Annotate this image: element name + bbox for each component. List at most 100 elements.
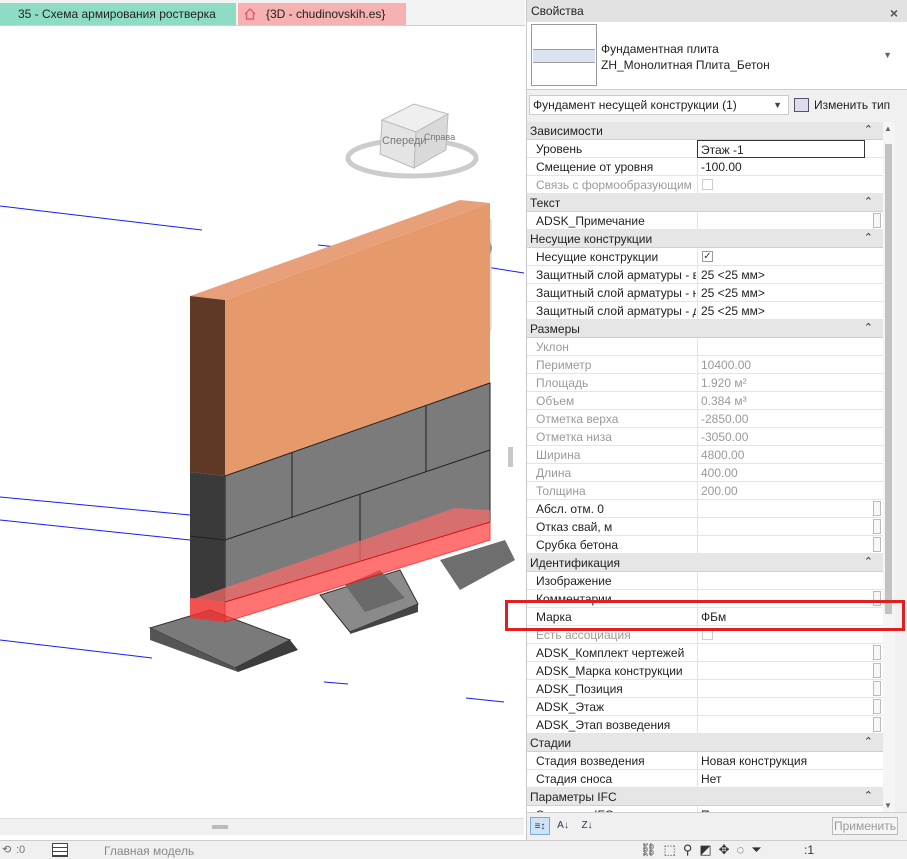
sort-ascending-icon[interactable]: A↓ — [553, 817, 573, 835]
property-row[interactable]: Стадия сноса Нет — [527, 770, 883, 788]
apply-button[interactable]: Применить — [832, 817, 898, 835]
property-value[interactable]: ФБм — [697, 608, 883, 626]
parameter-button[interactable] — [873, 501, 881, 516]
chevron-down-icon[interactable]: ▼ — [883, 50, 892, 60]
property-value[interactable]: Нет — [697, 770, 883, 788]
scroll-thumb[interactable] — [885, 144, 892, 614]
property-row[interactable]: Изображение — [527, 572, 883, 590]
collapse-icon[interactable]: ⌃ — [864, 231, 873, 244]
property-row[interactable]: Комментарии — [527, 590, 883, 608]
property-row[interactable]: Периметр 10400.00 — [527, 356, 883, 374]
property-row[interactable]: Объем 0.384 м³ — [527, 392, 883, 410]
property-group-header[interactable]: Текст ⌃ — [527, 194, 883, 212]
property-value[interactable]: -100.00 — [697, 158, 883, 176]
property-row[interactable]: Длина 400.00 — [527, 464, 883, 482]
sort-categorized-icon[interactable]: ≡↕ — [530, 817, 550, 835]
property-value[interactable] — [697, 698, 883, 716]
property-row[interactable]: ADSK_Этаж — [527, 698, 883, 716]
property-row[interactable]: Связь с формообразующим — [527, 176, 883, 194]
property-row[interactable]: Ширина 4800.00 — [527, 446, 883, 464]
property-value[interactable] — [697, 716, 883, 734]
property-value[interactable]: 25 <25 мм> — [697, 266, 883, 284]
collapse-icon[interactable]: ⌃ — [864, 123, 873, 136]
property-group-header[interactable]: Идентификация ⌃ — [527, 554, 883, 572]
property-row[interactable]: Отметка верха -2850.00 — [527, 410, 883, 428]
property-value[interactable]: 25 <25 мм> — [697, 284, 883, 302]
collapse-icon[interactable]: ⌃ — [864, 195, 873, 208]
sort-descending-icon[interactable]: Z↓ — [577, 817, 597, 835]
active-model[interactable]: Главная модель — [104, 844, 194, 858]
selection-tools[interactable]: ⛓⬚⚲◩✥◌⏷ — [640, 842, 769, 858]
parameter-button[interactable] — [873, 591, 881, 606]
property-value[interactable] — [697, 518, 883, 536]
collapse-icon[interactable]: ⌃ — [864, 321, 873, 334]
tab-3d-view[interactable]: {3D - chudinovskih.es} — [238, 3, 406, 25]
edit-type-button[interactable]: Изменить тип — [792, 95, 905, 115]
property-group-header[interactable]: Зависимости ⌃ — [527, 122, 883, 140]
property-row[interactable]: Марка ФБм — [527, 608, 883, 626]
property-value[interactable]: ✓ — [697, 248, 883, 266]
property-value[interactable]: Новая конструкция — [697, 752, 883, 770]
parameter-button[interactable] — [873, 537, 881, 552]
type-selector[interactable]: Фундаментная плита ZH_Монолитная Плита_Б… — [527, 22, 907, 90]
parameter-button[interactable] — [873, 519, 881, 534]
scroll-up-icon[interactable]: ▲ — [884, 124, 892, 133]
collapse-icon[interactable]: ⌃ — [864, 735, 873, 748]
scroll-thumb[interactable] — [212, 825, 228, 829]
splitter-handle[interactable] — [508, 447, 513, 467]
tab-schema[interactable]: 35 - Схема армирования ростверка — [0, 3, 236, 25]
collapse-icon[interactable]: ⌃ — [864, 789, 873, 802]
property-row[interactable]: ADSK_Примечание — [527, 212, 883, 230]
property-row[interactable]: Стадия возведения Новая конструкция — [527, 752, 883, 770]
property-value[interactable]: 25 <25 мм> — [697, 302, 883, 320]
property-value[interactable] — [697, 680, 883, 698]
property-row[interactable]: Уровень Этаж -1 — [527, 140, 883, 158]
property-value[interactable] — [697, 644, 883, 662]
property-row[interactable]: Защитный слой арматуры - нижняя грань25 … — [527, 284, 883, 302]
scroll-down-icon[interactable]: ▼ — [884, 801, 892, 810]
property-row[interactable]: Защитный слой арматуры - другие грани25 … — [527, 302, 883, 320]
parameter-button[interactable] — [873, 699, 881, 714]
property-row[interactable]: Защитный слой арматуры - верхняя грань25… — [527, 266, 883, 284]
3d-viewport[interactable]: Спереди Справа — [0, 27, 524, 835]
property-row[interactable]: ADSK_Марка конструкции — [527, 662, 883, 680]
property-value[interactable] — [697, 536, 883, 554]
property-row[interactable]: ADSK_Этап возведения — [527, 716, 883, 734]
parameter-button[interactable] — [873, 663, 881, 678]
parameter-button[interactable] — [873, 645, 881, 660]
property-value[interactable]: Этаж -1 — [697, 140, 865, 158]
worksets-icon[interactable] — [52, 843, 68, 857]
parameter-button[interactable] — [873, 717, 881, 732]
parameter-button[interactable] — [873, 681, 881, 696]
viewport-horizontal-scrollbar[interactable] — [0, 818, 524, 835]
property-row[interactable]: Площадь 1.920 м² — [527, 374, 883, 392]
property-row[interactable]: Несущие конструкции ✓ — [527, 248, 883, 266]
property-value[interactable] — [697, 572, 883, 590]
property-row[interactable]: Есть ассоциация — [527, 626, 883, 644]
property-row[interactable]: ADSK_Комплект чертежей — [527, 644, 883, 662]
property-row[interactable]: Срубка бетона — [527, 536, 883, 554]
property-value[interactable] — [697, 500, 883, 518]
checkbox[interactable]: ✓ — [702, 251, 713, 262]
property-row[interactable]: Толщина 200.00 — [527, 482, 883, 500]
property-value[interactable] — [697, 662, 883, 680]
selected-slab-side[interactable] — [190, 598, 225, 622]
property-value[interactable] — [697, 212, 883, 230]
viewcube[interactable]: Спереди Справа — [345, 103, 479, 179]
collapse-icon[interactable]: ⌃ — [864, 555, 873, 568]
property-group-header[interactable]: Параметры IFC ⌃ — [527, 788, 883, 806]
property-row[interactable]: Отметка низа -3050.00 — [527, 428, 883, 446]
property-row[interactable]: Отказ свай, м — [527, 518, 883, 536]
property-row[interactable]: ADSK_Позиция — [527, 680, 883, 698]
property-value[interactable] — [697, 590, 883, 608]
close-icon[interactable]: × — [890, 2, 898, 24]
link-icon[interactable]: ⟲ — [2, 843, 11, 856]
instance-filter-dropdown[interactable]: Фундамент несущей конструкции (1) ▼ — [529, 95, 789, 115]
property-group-header[interactable]: Стадии ⌃ — [527, 734, 883, 752]
properties-scrollbar[interactable]: ▲ ▼ — [883, 122, 895, 812]
parameter-button[interactable] — [873, 213, 881, 228]
property-row[interactable]: Смещение от уровня -100.00 — [527, 158, 883, 176]
model-canvas[interactable]: Спереди Справа — [0, 27, 524, 835]
property-row[interactable]: Уклон — [527, 338, 883, 356]
property-row[interactable]: Абсл. отм. 0 — [527, 500, 883, 518]
